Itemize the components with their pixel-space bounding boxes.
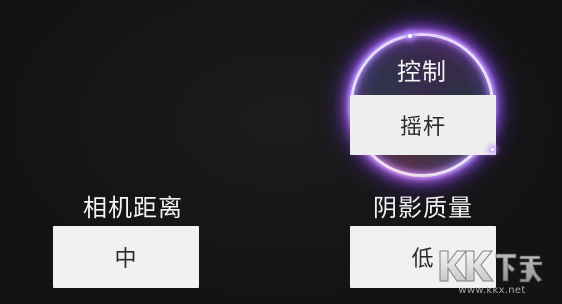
shadow-quality-label: 阴影质量 — [373, 194, 473, 222]
control-mode-button[interactable]: 摇杆 — [350, 95, 496, 155]
camera-distance-button[interactable]: 中 — [53, 226, 199, 288]
site-watermark: www.kkx.net — [436, 247, 548, 299]
sparkle-decoration — [491, 148, 494, 151]
kk-download-logo — [439, 250, 543, 283]
control-setting-label: 控制 — [397, 58, 447, 86]
watermark-url: www.kkx.net — [458, 285, 526, 296]
sparkle-decoration — [408, 34, 412, 38]
camera-distance-label: 相机距离 — [83, 194, 183, 222]
